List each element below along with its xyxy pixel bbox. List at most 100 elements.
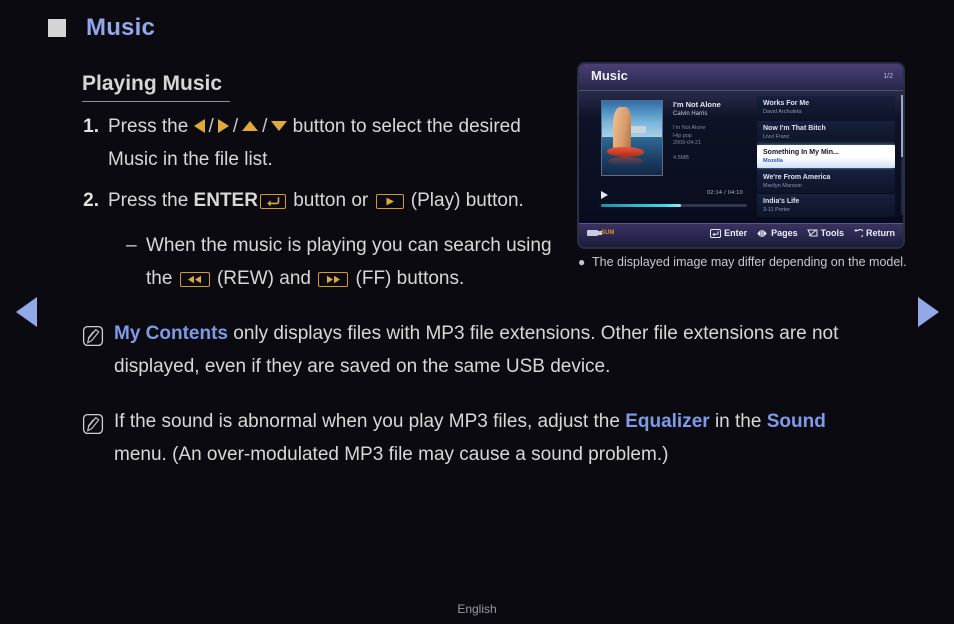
track-list[interactable]: Works For Me David Archuleta Now I'm Tha… — [757, 96, 895, 220]
separator: / — [262, 116, 268, 137]
track-title: Now I'm That Bitch — [763, 124, 826, 132]
step-2-mid: button or — [287, 190, 374, 211]
step-2-pre: Press the — [108, 190, 194, 211]
now-playing-album: I'm Not Alone — [673, 125, 706, 131]
track-title: We're From America — [763, 173, 831, 181]
note-pencil-icon — [82, 413, 104, 435]
enter-hint-icon — [710, 228, 722, 238]
caption-text: The displayed image may differ depending… — [592, 255, 907, 269]
tv-title-bar: Music 1/2 — [579, 64, 903, 91]
step-2-number: 2. — [83, 190, 99, 211]
square-bullet-icon — [48, 19, 66, 37]
progress-fill — [601, 204, 682, 207]
list-scrollbar[interactable] — [901, 95, 903, 215]
progress-bar[interactable] — [601, 204, 747, 207]
arrow-up-icon — [242, 121, 259, 131]
page-title: Music — [86, 14, 156, 41]
step-1-pre: Press the — [108, 116, 194, 137]
tv-page-indicator: 1/2 — [883, 73, 893, 80]
tv-screenshot: Music 1/2 I'm Not Alone Calvin Harris I'… — [577, 62, 905, 249]
sub-note-text: When the music is playing you can search… — [146, 229, 576, 295]
play-icon[interactable] — [601, 191, 608, 199]
arrow-down-icon — [271, 121, 288, 131]
playback-time: 02:14 / 04:10 — [706, 190, 743, 196]
step-1-number: 1. — [83, 116, 99, 137]
note-2-tail: menu. (An over-modulated MP3 file may ca… — [114, 444, 669, 465]
link-my-contents[interactable]: My Contents — [114, 323, 228, 344]
list-item[interactable]: Works For Me David Archuleta — [757, 96, 895, 119]
hint-label: Tools — [820, 228, 844, 238]
art-leg — [612, 106, 631, 153]
prev-page-arrow[interactable] — [16, 297, 37, 327]
note-my-contents: My Contents only displays files with MP3… — [82, 317, 882, 383]
pages-hint-icon — [756, 229, 768, 238]
note-equalizer-text: If the sound is abnormal when you play M… — [114, 405, 882, 471]
sub-note-mid: and — [273, 268, 317, 289]
now-playing-genre: Hip pop — [673, 132, 692, 139]
track-title: Works For Me — [763, 100, 810, 107]
usb-icon — [587, 230, 602, 236]
separator: / — [208, 116, 214, 137]
list-item-selected[interactable]: Something In My Min... Mozella — [757, 145, 895, 168]
track-metadata: I'm Not Alone Calvin Harris I'm Not Alon… — [673, 100, 753, 162]
dash-bullet: – — [126, 235, 137, 256]
separator: / — [232, 116, 239, 137]
section-heading: Playing Music — [82, 72, 230, 102]
hint-label: Enter — [724, 228, 748, 238]
track-artist: David Archuleta — [763, 109, 802, 115]
source-label: SUM — [601, 230, 615, 236]
page-root: Music Playing Music 1. Press the / / / but… — [0, 0, 954, 624]
album-art-thumbnail — [601, 100, 663, 176]
hint-enter[interactable]: Enter — [710, 228, 747, 238]
now-playing-date: 2009-04-21 — [673, 140, 702, 146]
source-indicator: SUM — [587, 230, 614, 236]
step-1-text: Press the / / / button to select the desir… — [108, 110, 558, 176]
tv-hint-bar: SUM Enter Pages Tools Return — [579, 223, 903, 247]
next-page-arrow[interactable] — [918, 297, 939, 327]
track-title: Something In My Min... — [763, 149, 839, 156]
ff-label: (FF) — [355, 268, 392, 289]
hint-label: Return — [866, 228, 895, 238]
now-playing-size: 4.5MB — [673, 154, 689, 161]
list-item[interactable]: India's Life 3-11 Porter — [757, 194, 895, 217]
note-pencil-icon — [82, 325, 104, 347]
track-title: India's Life — [763, 198, 800, 205]
hint-return[interactable]: Return — [853, 228, 895, 238]
fast-forward-key-icon — [318, 272, 349, 287]
play-key-icon — [375, 194, 404, 209]
hint-label: Pages — [771, 228, 798, 238]
step-2-text: Press the ENTER button or (Play) button. — [108, 184, 524, 217]
link-equalizer[interactable]: Equalizer — [625, 411, 709, 432]
note-equalizer: If the sound is abnormal when you play M… — [82, 405, 882, 471]
step-2-post: (Play) button. — [405, 190, 524, 211]
tv-screen: Music 1/2 I'm Not Alone Calvin Harris I'… — [577, 62, 905, 249]
sub-note-post: buttons. — [391, 268, 465, 289]
art-reflection — [608, 157, 643, 167]
list-item[interactable]: Now I'm That Bitch Livvi Franc — [757, 120, 895, 144]
section-title: Playing Music — [82, 72, 223, 95]
arrow-right-icon — [217, 119, 229, 133]
caption-bullet: ● — [578, 255, 586, 269]
now-playing-panel: I'm Not Alone Calvin Harris I'm Not Alon… — [587, 97, 747, 219]
enter-key-label: ENTER — [193, 190, 258, 211]
tv-content-area: I'm Not Alone Calvin Harris I'm Not Alon… — [579, 91, 903, 223]
hint-tools[interactable]: Tools — [806, 228, 844, 238]
note-2-lead: If the sound is abnormal when you play M… — [114, 411, 626, 432]
hint-pages[interactable]: Pages — [756, 228, 798, 238]
note-2-mid: in the — [709, 411, 767, 432]
note-my-contents-text: My Contents only displays files with MP3… — [114, 317, 882, 383]
scrollbar-thumb[interactable] — [901, 95, 903, 157]
list-item[interactable]: We're From America Marilyn Manson — [757, 169, 895, 193]
link-sound[interactable]: Sound — [767, 411, 826, 432]
footer-language: English — [457, 602, 497, 616]
rew-label: (REW) — [216, 268, 274, 289]
track-artist: Marilyn Manson — [763, 182, 802, 189]
hint-list: Enter Pages Tools Return — [710, 228, 895, 238]
section-underline — [82, 101, 230, 102]
arrow-left-icon — [193, 119, 205, 133]
tools-hint-icon — [806, 229, 818, 238]
page-header: Music — [48, 14, 155, 42]
now-playing-artist: Calvin Harris — [673, 111, 708, 117]
now-playing-title: I'm Not Alone — [673, 100, 721, 109]
image-caption: ● The displayed image may differ dependi… — [578, 253, 908, 272]
